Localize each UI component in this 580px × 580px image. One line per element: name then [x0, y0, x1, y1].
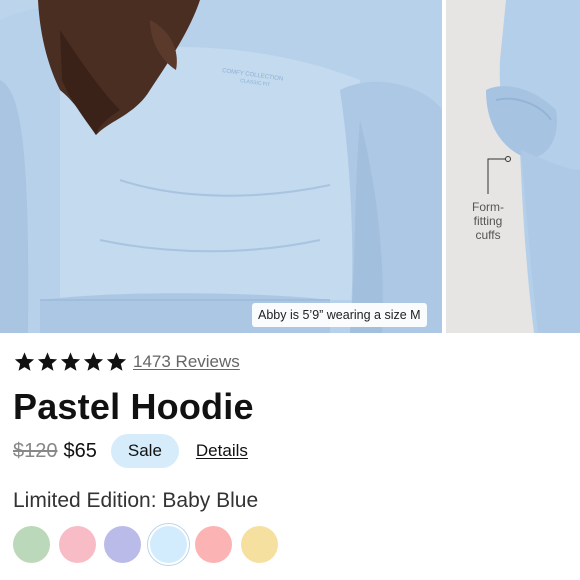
color-swatch-list	[13, 524, 286, 565]
reviews-link[interactable]: 1473 Reviews	[133, 351, 240, 373]
star-icon	[106, 352, 127, 371]
cuff-detail-illustration	[446, 0, 580, 333]
color-swatch[interactable]	[195, 526, 232, 563]
star-icon	[37, 352, 58, 371]
price-row: $120 $65 Sale Details	[13, 434, 248, 468]
cuffs-callout-line: Form-	[472, 200, 504, 214]
cuffs-callout-line: fitting	[473, 214, 503, 228]
variant-label: Limited Edition: Baby Blue	[13, 489, 259, 512]
star-icon	[14, 352, 35, 371]
product-photo-main[interactable]: COMFY COLLECTION CLASSIC FIT Abby is 5’9…	[0, 0, 442, 333]
hoodie-photo-illustration: COMFY COLLECTION CLASSIC FIT	[0, 0, 442, 333]
color-swatch[interactable]	[13, 526, 50, 563]
sale-price: $65	[63, 439, 97, 462]
color-swatch-selected[interactable]	[147, 524, 189, 565]
product-title: Pastel Hoodie	[13, 386, 254, 427]
star-icon	[83, 352, 104, 371]
details-link[interactable]: Details	[196, 441, 248, 461]
cuffs-callout-line: cuffs	[475, 228, 501, 242]
star-rating	[13, 351, 128, 373]
star-icon	[60, 352, 81, 371]
color-swatch[interactable]	[240, 526, 278, 563]
rating-row: 1473 Reviews	[13, 349, 240, 375]
product-photo-detail[interactable]: Form- fitting cuffs	[446, 0, 580, 333]
product-image-gallery[interactable]: COMFY COLLECTION CLASSIC FIT Abby is 5’9…	[0, 0, 580, 333]
color-swatch[interactable]	[58, 526, 96, 563]
sale-badge: Sale	[110, 434, 179, 468]
cuffs-callout-label: Form- fitting cuffs	[462, 200, 514, 242]
model-size-caption: Abby is 5’9” wearing a size M	[252, 303, 427, 327]
original-price: $120	[13, 439, 58, 462]
color-swatch[interactable]	[104, 526, 141, 563]
